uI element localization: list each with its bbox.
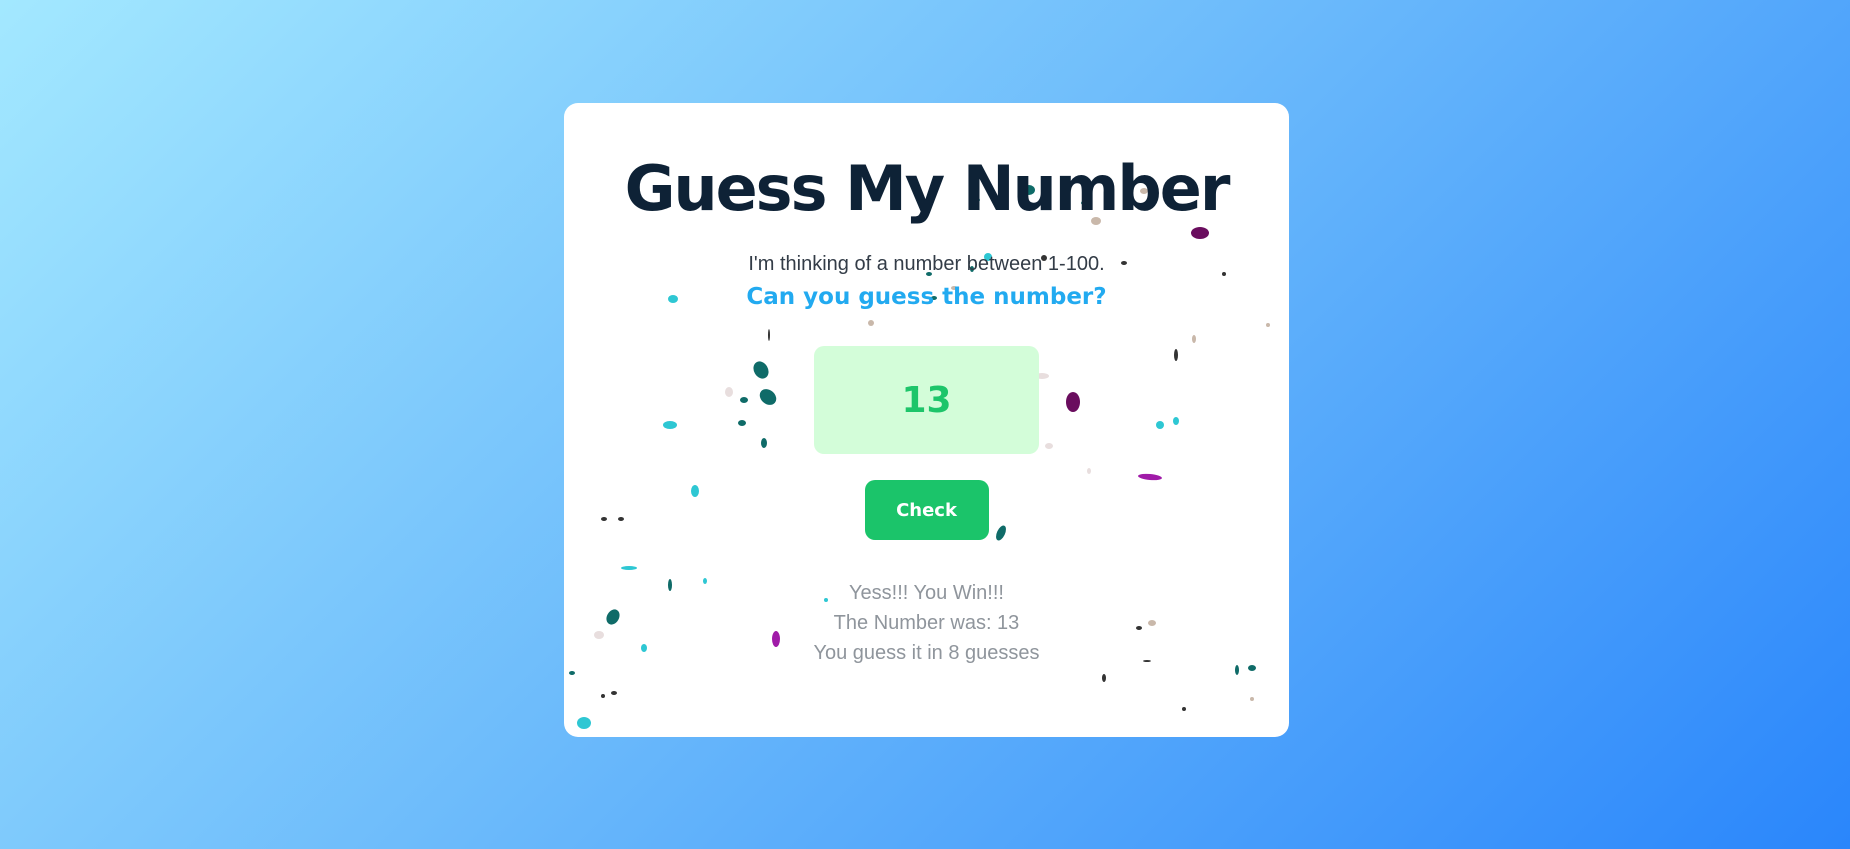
game-content: Guess My Number I'm thinking of a number…: [564, 103, 1289, 668]
check-button[interactable]: Check: [864, 480, 989, 541]
game-card: Guess My Number I'm thinking of a number…: [564, 103, 1289, 737]
guess-number-field[interactable]: 13: [814, 346, 1039, 455]
game-subtitle: I'm thinking of a number between 1-100.: [748, 253, 1105, 276]
game-title: Guess My Number: [624, 152, 1231, 225]
game-question: Can you guess the number?: [746, 284, 1107, 311]
result-win-text: Yess!!! You Win!!!: [849, 582, 1004, 605]
result-message: Yess!!! You Win!!! The Number was: 13 Yo…: [564, 578, 1289, 668]
result-guesses-text: You guess it in 8 guesses: [813, 642, 1040, 665]
result-number-text: The Number was: 13: [833, 612, 1020, 635]
